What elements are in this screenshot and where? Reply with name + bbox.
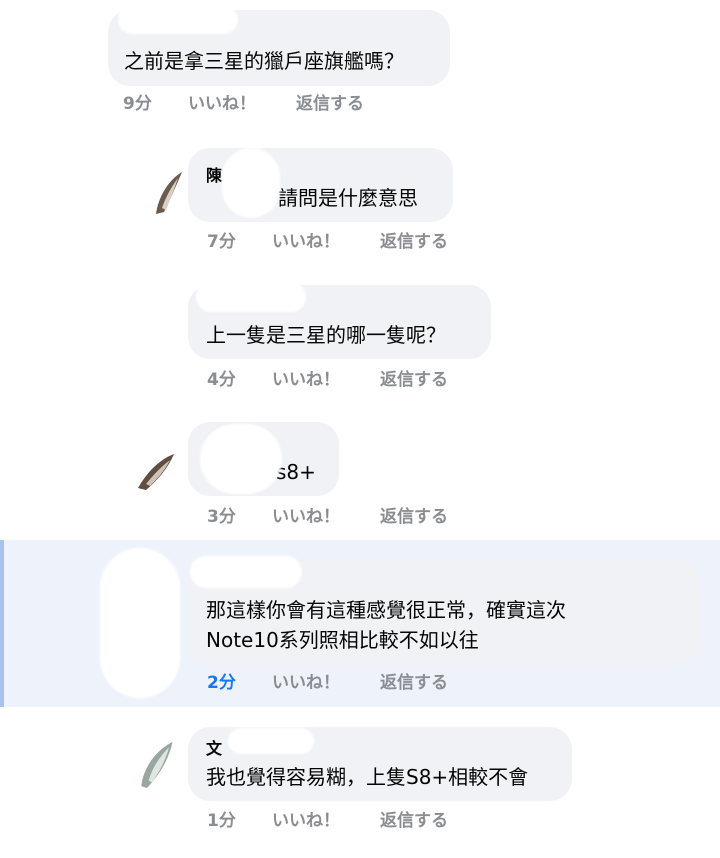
comment-author[interactable]: 陳: [206, 162, 222, 186]
like-button[interactable]: いいね！: [188, 89, 256, 114]
redacted-name: [228, 728, 314, 754]
reply-button[interactable]: 返信する: [380, 502, 448, 527]
comment-meta: 4分 いいね！ 返信する: [207, 365, 507, 390]
user-avatar[interactable]: [136, 740, 176, 788]
redacted-name: [118, 6, 238, 34]
comment-meta: 2分 いいね！ 返信する: [207, 668, 507, 693]
redacted-name: [196, 282, 306, 312]
comment-text: 請問是什麼意思: [278, 186, 418, 210]
comment-meta: 1分 いいね！ 返信する: [207, 806, 507, 831]
comment-author[interactable]: 文: [206, 735, 222, 759]
highlight-indicator-bar: [0, 540, 4, 707]
comment-text: s8+: [276, 460, 316, 484]
comment-meta: 7分 いいね！ 返信する: [207, 227, 507, 252]
like-button[interactable]: いいね！: [272, 806, 340, 831]
comment-thread: 之前是拿三星的獵戶座旗艦嗎？ 9分 いいね！ 返信する 陳 請問是什麼意思 7分…: [0, 0, 720, 858]
comment-meta: 3分 いいね！ 返信する: [207, 502, 507, 527]
like-button[interactable]: いいね！: [272, 365, 340, 390]
comment-text: 上一隻是三星的哪一隻呢？: [206, 323, 446, 347]
redacted-name: [190, 556, 302, 588]
redacted-name: [222, 148, 280, 218]
reply-button[interactable]: 返信する: [380, 227, 448, 252]
redacted-avatar: [100, 548, 180, 698]
comment-timestamp[interactable]: 1分: [207, 806, 236, 831]
comment-meta: 9分 いいね！ 返信する: [123, 89, 423, 114]
reply-button[interactable]: 返信する: [380, 365, 448, 390]
redacted-name: [200, 424, 282, 494]
comment-text: 那這樣你會有這種感覺很正常，確實這次: [206, 598, 566, 622]
user-avatar[interactable]: [148, 168, 188, 216]
comment-text: 之前是拿三星的獵戶座旗艦嗎？: [124, 49, 404, 73]
comment-text: 我也覺得容易糊，上隻S8+相較不會: [206, 765, 529, 789]
reply-button[interactable]: 返信する: [296, 89, 364, 114]
like-button[interactable]: いいね！: [272, 227, 340, 252]
user-avatar[interactable]: [136, 444, 176, 492]
reply-button[interactable]: 返信する: [380, 806, 448, 831]
comment-timestamp[interactable]: 7分: [207, 227, 236, 252]
comment-timestamp[interactable]: 2分: [207, 668, 236, 693]
comment-timestamp[interactable]: 9分: [123, 89, 152, 114]
comment-timestamp[interactable]: 4分: [207, 365, 236, 390]
reply-button[interactable]: 返信する: [380, 668, 448, 693]
like-button[interactable]: いいね！: [272, 668, 340, 693]
like-button[interactable]: いいね！: [272, 502, 340, 527]
comment-timestamp[interactable]: 3分: [207, 502, 236, 527]
comment-text: Note10系列照相比較不如以往: [206, 628, 479, 652]
